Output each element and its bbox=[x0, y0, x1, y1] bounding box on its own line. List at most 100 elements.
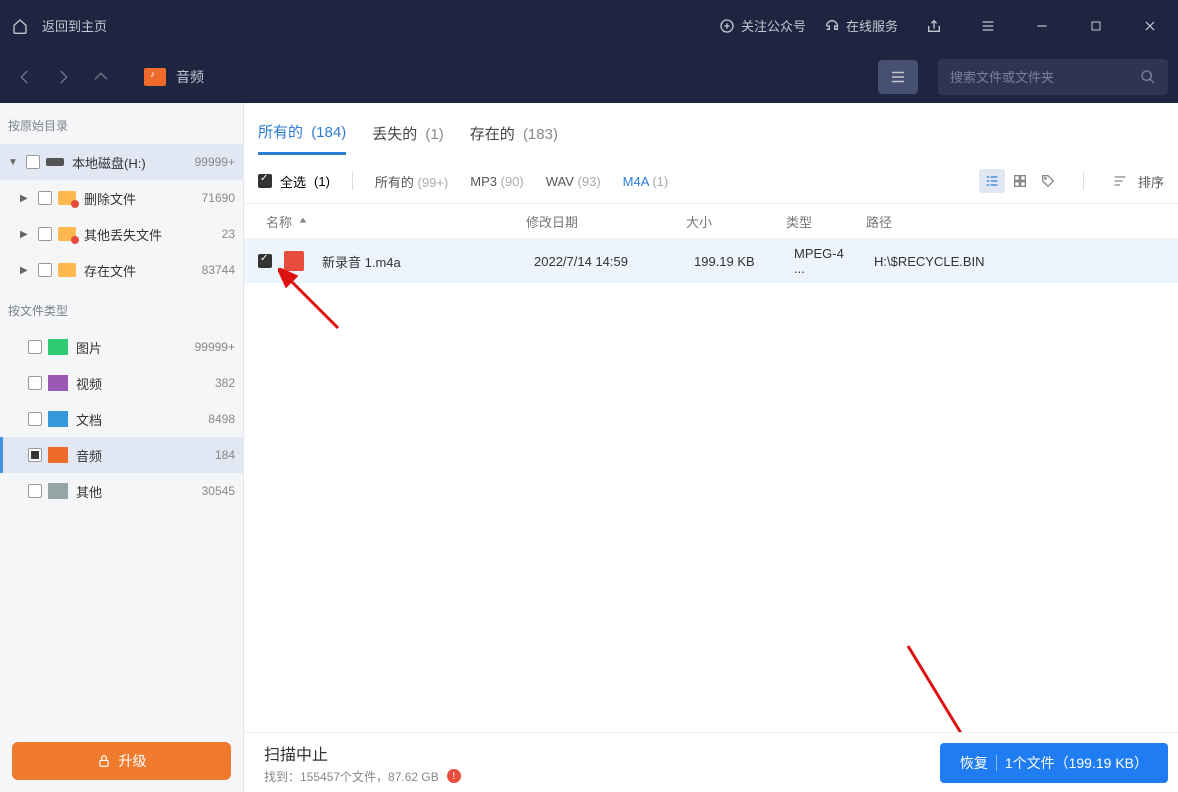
disk-icon bbox=[46, 158, 64, 166]
checkbox[interactable] bbox=[28, 376, 42, 390]
checkbox-checked[interactable] bbox=[258, 174, 272, 188]
recover-button[interactable]: 恢复 1个文件（199.19 KB） bbox=[940, 743, 1168, 783]
checkbox[interactable] bbox=[28, 484, 42, 498]
chevron-right-icon: ▶ bbox=[20, 229, 32, 240]
back-home-link[interactable]: 返回到主页 bbox=[42, 16, 107, 35]
upgrade-button[interactable]: 升级 bbox=[12, 742, 231, 780]
filter-wav[interactable]: WAV (93) bbox=[546, 174, 601, 189]
online-service-button[interactable]: 在线服务 bbox=[824, 16, 898, 35]
close-button[interactable] bbox=[1132, 0, 1168, 51]
sidebar-item-count: 184 bbox=[215, 448, 235, 462]
view-grid-button[interactable] bbox=[1007, 169, 1033, 193]
select-all-count: (1) bbox=[314, 174, 330, 189]
cell-size: 199.19 KB bbox=[686, 254, 786, 269]
sidebar-item-disk[interactable]: ▼ 本地磁盘(H:) 99999+ bbox=[0, 144, 243, 180]
sidebar-item-label: 文档 bbox=[76, 410, 208, 429]
chevron-right-icon: ▶ bbox=[20, 193, 32, 204]
checkbox[interactable] bbox=[38, 191, 52, 205]
sidebar-section-type: 按文件类型 bbox=[0, 288, 243, 329]
column-size[interactable]: 大小 bbox=[678, 212, 778, 231]
column-type[interactable]: 类型 bbox=[778, 212, 858, 231]
filter-m4a[interactable]: M4A (1) bbox=[623, 174, 669, 189]
sidebar-item-video[interactable]: 视频 382 bbox=[0, 365, 243, 401]
share-button[interactable] bbox=[916, 0, 952, 51]
cell-date: 2022/7/14 14:59 bbox=[526, 254, 686, 269]
video-icon bbox=[48, 375, 68, 391]
filter-label: MP3 bbox=[470, 174, 497, 189]
nav-back-button[interactable] bbox=[10, 62, 40, 92]
checkbox[interactable] bbox=[28, 448, 42, 462]
sidebar-item-label: 其他丢失文件 bbox=[84, 225, 222, 244]
sidebar-item-images[interactable]: 图片 99999+ bbox=[0, 329, 243, 365]
sidebar-item-other[interactable]: 其他 30545 bbox=[0, 473, 243, 509]
table-row[interactable]: 新录音 1.m4a 2022/7/14 14:59 199.19 KB MPEG… bbox=[244, 239, 1178, 283]
sidebar-item-count: 99999+ bbox=[195, 155, 235, 169]
search-icon bbox=[1140, 69, 1156, 85]
file-audio-icon bbox=[284, 251, 304, 271]
content: 所有的 (184) 丢失的 (1) 存在的 (183) 全选 (1) 所有的 (… bbox=[244, 103, 1178, 792]
folder-deleted-icon bbox=[58, 191, 76, 205]
checkbox[interactable] bbox=[28, 412, 42, 426]
home-button[interactable] bbox=[12, 18, 28, 34]
status-title: 扫描中止 bbox=[264, 741, 461, 765]
view-tag-button[interactable] bbox=[1035, 169, 1061, 193]
tab-exist[interactable]: 存在的 (183) bbox=[470, 123, 558, 154]
view-list-button[interactable] bbox=[979, 169, 1005, 193]
column-path[interactable]: 路径 bbox=[858, 212, 1178, 231]
tab-all[interactable]: 所有的 (184) bbox=[258, 121, 346, 155]
checkbox[interactable] bbox=[38, 227, 52, 241]
nav-up-button[interactable] bbox=[86, 62, 116, 92]
sidebar-item-count: 382 bbox=[215, 376, 235, 390]
sidebar-item-deleted[interactable]: ▶ 删除文件 71690 bbox=[0, 180, 243, 216]
checkbox[interactable] bbox=[26, 155, 40, 169]
list-icon bbox=[984, 173, 1000, 189]
follow-button[interactable]: 关注公众号 bbox=[719, 16, 806, 35]
row-checkbox[interactable] bbox=[258, 254, 272, 268]
sort-asc-icon bbox=[298, 216, 308, 226]
select-all-label: 全选 bbox=[280, 172, 306, 191]
sidebar-item-label: 删除文件 bbox=[84, 189, 202, 208]
column-name[interactable]: 名称 bbox=[258, 212, 518, 231]
tab-label: 丢失的 bbox=[372, 126, 417, 143]
nav-forward-button[interactable] bbox=[48, 62, 78, 92]
sort-button[interactable]: 排序 bbox=[1112, 172, 1164, 191]
tab-count: (184) bbox=[311, 124, 346, 141]
arrow-left-icon bbox=[16, 68, 34, 86]
status-detail: 找到：155457个文件，87.62 GB bbox=[264, 768, 439, 785]
sidebar-item-count: 71690 bbox=[202, 191, 235, 205]
sort-icon bbox=[1112, 173, 1128, 189]
sidebar-item-exist[interactable]: ▶ 存在文件 83744 bbox=[0, 252, 243, 288]
sidebar-item-count: 30545 bbox=[202, 484, 235, 498]
sidebar-item-count: 99999+ bbox=[195, 340, 235, 354]
filter-label: 所有的 bbox=[375, 175, 414, 190]
lock-icon bbox=[97, 754, 111, 768]
column-date[interactable]: 修改日期 bbox=[518, 212, 678, 231]
sidebar-item-count: 8498 bbox=[208, 412, 235, 426]
filter-mp3[interactable]: MP3 (90) bbox=[470, 174, 523, 189]
menu-button[interactable] bbox=[970, 0, 1006, 51]
wechat-icon bbox=[719, 18, 735, 34]
maximize-button[interactable] bbox=[1078, 0, 1114, 51]
cell-name: 新录音 1.m4a bbox=[314, 252, 526, 271]
checkbox[interactable] bbox=[28, 340, 42, 354]
checkbox[interactable] bbox=[38, 263, 52, 277]
grid-icon bbox=[1012, 173, 1028, 189]
search-input[interactable] bbox=[950, 70, 1140, 85]
sort-label: 排序 bbox=[1138, 172, 1164, 191]
home-icon bbox=[12, 18, 28, 34]
hamburger-icon bbox=[889, 68, 907, 86]
sidebar-item-docs[interactable]: 文档 8498 bbox=[0, 401, 243, 437]
filter-all[interactable]: 所有的 (99+) bbox=[375, 172, 448, 191]
table-header: 名称 修改日期 大小 类型 路径 bbox=[244, 203, 1178, 239]
sidebar-item-audio[interactable]: 音频 184 bbox=[0, 437, 243, 473]
tab-lost[interactable]: 丢失的 (1) bbox=[372, 123, 444, 154]
recover-label: 恢复 bbox=[960, 753, 988, 773]
titlebar: 返回到主页 关注公众号 在线服务 bbox=[0, 0, 1178, 51]
search-box[interactable] bbox=[938, 59, 1168, 95]
minimize-button[interactable] bbox=[1024, 0, 1060, 51]
sidebar-item-lost[interactable]: ▶ 其他丢失文件 23 bbox=[0, 216, 243, 252]
select-all[interactable]: 全选 (1) bbox=[258, 172, 330, 191]
view-menu-button[interactable] bbox=[878, 60, 918, 94]
view-mode-icons bbox=[979, 169, 1061, 193]
tab-label: 存在的 bbox=[470, 126, 515, 143]
